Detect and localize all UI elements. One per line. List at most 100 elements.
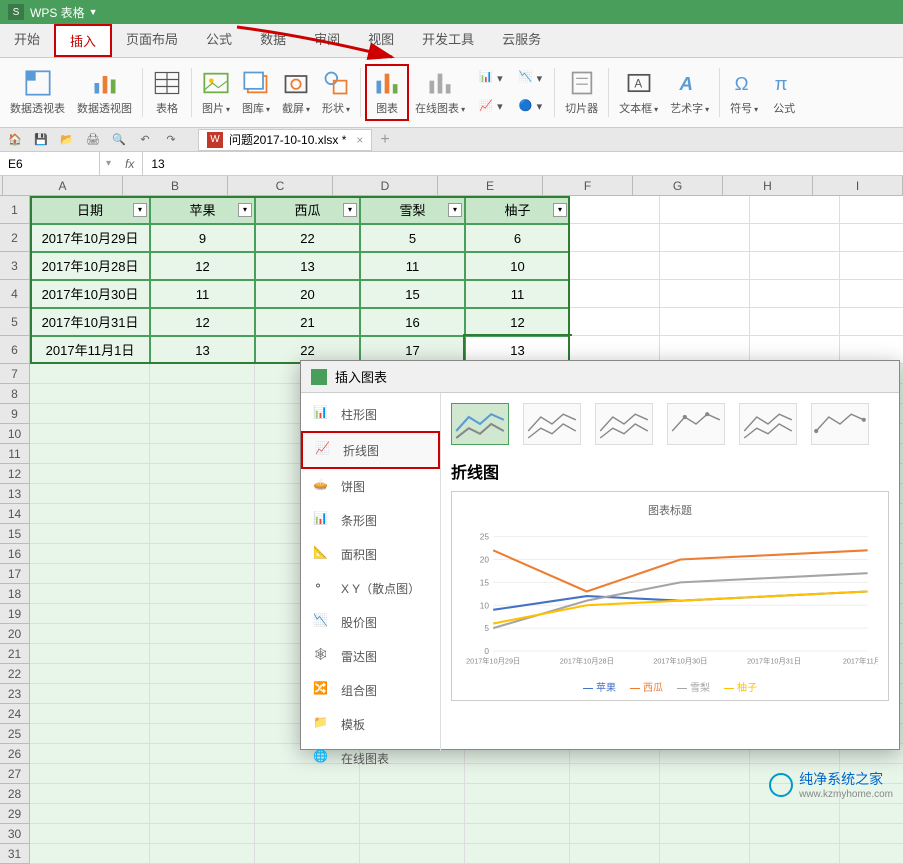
small-chart-2[interactable]: 📈▾ <box>475 97 507 117</box>
slicer-button[interactable]: 切片器 <box>559 64 604 121</box>
cell-G28[interactable] <box>660 784 750 804</box>
row-header-10[interactable]: 10 <box>0 424 30 444</box>
row-header-11[interactable]: 11 <box>0 444 30 464</box>
redo-icon[interactable]: ↷ <box>162 131 180 149</box>
add-tab-icon[interactable]: + <box>380 131 389 149</box>
cell-A25[interactable] <box>30 724 150 744</box>
cell-A17[interactable] <box>30 564 150 584</box>
cell-I3[interactable] <box>840 252 903 280</box>
chart-type-6[interactable]: 📉股价图 <box>301 605 440 639</box>
cell-A6[interactable]: 2017年11月1日 <box>30 336 150 364</box>
col-header-B[interactable]: B <box>123 176 228 196</box>
cell-D29[interactable] <box>360 804 465 824</box>
cell-A14[interactable] <box>30 504 150 524</box>
fx-label[interactable]: fx <box>117 152 143 175</box>
cell-H3[interactable] <box>750 252 840 280</box>
cell-reference-input[interactable]: E6 <box>0 152 100 175</box>
row-header-2[interactable]: 2 <box>0 224 30 252</box>
chart-type-5[interactable]: ⚬X Y（散点图） <box>301 571 440 605</box>
cell-B9[interactable] <box>150 404 255 424</box>
cell-B7[interactable] <box>150 364 255 384</box>
row-header-12[interactable]: 12 <box>0 464 30 484</box>
cell-H1[interactable] <box>750 196 840 224</box>
cell-I5[interactable] <box>840 308 903 336</box>
cell-A26[interactable] <box>30 744 150 764</box>
symbol-button[interactable]: Ω 符号▾ <box>724 64 764 121</box>
cell-B24[interactable] <box>150 704 255 724</box>
cell-E28[interactable] <box>465 784 570 804</box>
cell-A13[interactable] <box>30 484 150 504</box>
print-preview-icon[interactable]: 🔍 <box>110 131 128 149</box>
row-header-17[interactable]: 17 <box>0 564 30 584</box>
chart-type-8[interactable]: 🔀组合图 <box>301 673 440 707</box>
cell-B28[interactable] <box>150 784 255 804</box>
cell-D31[interactable] <box>360 844 465 864</box>
row-header-15[interactable]: 15 <box>0 524 30 544</box>
cell-I1[interactable] <box>840 196 903 224</box>
cell-D3[interactable]: 11 <box>360 252 465 280</box>
line-subtype-2[interactable] <box>523 403 581 445</box>
cell-C2[interactable]: 22 <box>255 224 360 252</box>
cell-B18[interactable] <box>150 584 255 604</box>
cell-A21[interactable] <box>30 644 150 664</box>
row-header-4[interactable]: 4 <box>0 280 30 308</box>
cell-B25[interactable] <box>150 724 255 744</box>
chart-type-0[interactable]: 📊柱形图 <box>301 397 440 431</box>
line-subtype-5[interactable] <box>739 403 797 445</box>
row-header-5[interactable]: 5 <box>0 308 30 336</box>
cell-A19[interactable] <box>30 604 150 624</box>
cell-B4[interactable]: 11 <box>150 280 255 308</box>
cell-H4[interactable] <box>750 280 840 308</box>
filter-button[interactable]: ▾ <box>238 203 252 217</box>
col-header-D[interactable]: D <box>333 176 438 196</box>
cell-A8[interactable] <box>30 384 150 404</box>
save-icon[interactable]: 💾 <box>32 131 50 149</box>
cell-A7[interactable] <box>30 364 150 384</box>
cell-D30[interactable] <box>360 824 465 844</box>
formula-input[interactable]: 13 <box>143 157 903 171</box>
cell-G31[interactable] <box>660 844 750 864</box>
cell-B26[interactable] <box>150 744 255 764</box>
cell-I2[interactable] <box>840 224 903 252</box>
row-header-16[interactable]: 16 <box>0 544 30 564</box>
filter-button[interactable]: ▾ <box>133 203 147 217</box>
row-header-27[interactable]: 27 <box>0 764 30 784</box>
line-subtype-3[interactable] <box>595 403 653 445</box>
cell-I31[interactable] <box>840 844 903 864</box>
cell-ref-dropdown-icon[interactable]: ▾ <box>100 158 117 169</box>
cell-B5[interactable]: 12 <box>150 308 255 336</box>
chart-type-2[interactable]: 🥧饼图 <box>301 469 440 503</box>
cell-F1[interactable] <box>570 196 660 224</box>
table-button[interactable]: 表格 <box>147 64 187 121</box>
cell-F27[interactable] <box>570 764 660 784</box>
cell-B29[interactable] <box>150 804 255 824</box>
col-header-F[interactable]: F <box>543 176 633 196</box>
document-tab[interactable]: W 问题2017-10-10.xlsx * × <box>198 129 372 151</box>
screenshot-button[interactable]: 截屏▾ <box>276 64 316 121</box>
menu-tab-6[interactable]: 视图 <box>354 24 408 57</box>
line-subtype-6[interactable] <box>811 403 869 445</box>
cell-F3[interactable] <box>570 252 660 280</box>
col-header-I[interactable]: I <box>813 176 903 196</box>
cell-I29[interactable] <box>840 804 903 824</box>
cell-F30[interactable] <box>570 824 660 844</box>
cell-E30[interactable] <box>465 824 570 844</box>
cell-B31[interactable] <box>150 844 255 864</box>
online-chart-button[interactable]: 在线图表▾ <box>409 64 471 121</box>
cell-B8[interactable] <box>150 384 255 404</box>
row-header-20[interactable]: 20 <box>0 624 30 644</box>
row-header-6[interactable]: 6 <box>0 336 30 364</box>
cell-A4[interactable]: 2017年10月30日 <box>30 280 150 308</box>
cell-A16[interactable] <box>30 544 150 564</box>
cell-B19[interactable] <box>150 604 255 624</box>
cell-A12[interactable] <box>30 464 150 484</box>
cell-A18[interactable] <box>30 584 150 604</box>
cell-A29[interactable] <box>30 804 150 824</box>
chart-type-4[interactable]: 📐面积图 <box>301 537 440 571</box>
filter-button[interactable]: ▾ <box>553 203 567 217</box>
cell-B22[interactable] <box>150 664 255 684</box>
cell-B27[interactable] <box>150 764 255 784</box>
cell-E27[interactable] <box>465 764 570 784</box>
cell-C4[interactable]: 20 <box>255 280 360 308</box>
cell-E5[interactable]: 12 <box>465 308 570 336</box>
